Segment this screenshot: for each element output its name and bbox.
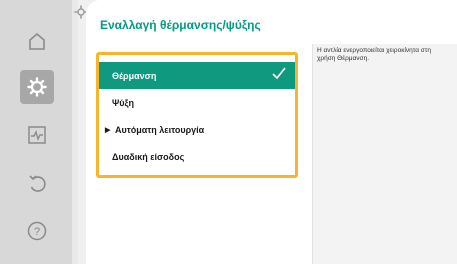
- svg-text:?: ?: [34, 226, 40, 238]
- menu-item-label: Θέρμανση: [112, 70, 157, 81]
- menu-item-heating[interactable]: Θέρμανση: [99, 62, 295, 89]
- menu-item-cooling[interactable]: Ψύξη: [99, 89, 295, 116]
- nav-settings-button[interactable]: [20, 70, 54, 104]
- menu-item-auto-mode[interactable]: ▶ Αυτόματη λειτουργία: [99, 116, 295, 143]
- menu-item-label: Ψύξη: [112, 97, 135, 108]
- nav-home-button[interactable]: [20, 24, 54, 58]
- mode-selection-menu: Θέρμανση Ψύξη ▶ Αυτόματη λειτουργία Δυαδ…: [96, 52, 298, 178]
- nav-undo-button[interactable]: [20, 166, 54, 200]
- page-header: Εναλλαγή θέρμανσης/ψύξης: [86, 0, 457, 45]
- menu-item-label: Δυαδική είσοδος: [112, 151, 185, 162]
- menu-item-binary-input[interactable]: Δυαδική είσοδος: [99, 143, 295, 170]
- diagnostics-monitor-icon: [28, 126, 46, 144]
- page-title: Εναλλαγή θέρμανσης/ψύξης: [100, 18, 261, 32]
- undo-icon: [29, 175, 46, 192]
- nav-help-button[interactable]: ?: [20, 214, 54, 248]
- help-icon: ?: [27, 221, 47, 241]
- settings-gear-icon: [27, 77, 47, 97]
- nav-diagnostics-button[interactable]: [20, 118, 54, 152]
- home-icon: [29, 32, 45, 50]
- sidebar-nav: ?: [0, 0, 78, 264]
- info-text: Η αντλία ενεργοποιείται χειροκίνητα στη …: [317, 47, 431, 62]
- checkmark-icon: [272, 67, 286, 80]
- info-panel: Η αντλία ενεργοποιείται χειροκίνητα στη …: [312, 44, 457, 264]
- main-panel: Θέρμανση Ψύξη ▶ Αυτόματη λειτουργία Δυαδ…: [86, 44, 312, 264]
- submenu-arrow-icon: ▶: [105, 126, 111, 134]
- menu-item-label: Αυτόματη λειτουργία: [115, 124, 205, 135]
- sidebar-divider: [72, 0, 78, 264]
